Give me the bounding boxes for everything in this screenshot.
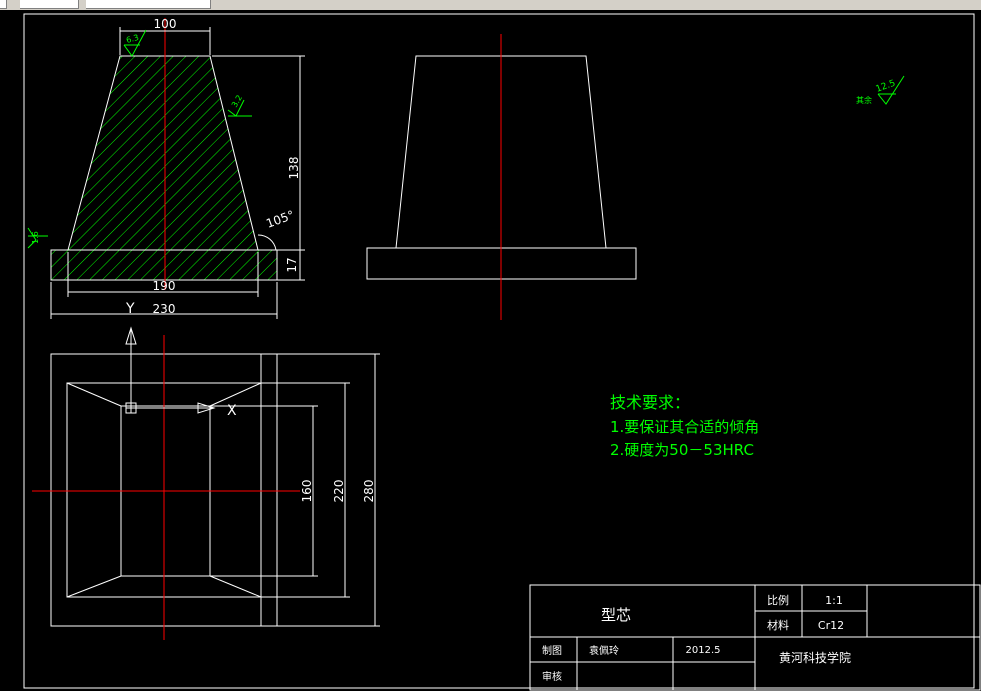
dim-height: 138: [287, 157, 301, 180]
toolbar-tab[interactable]: [86, 0, 211, 9]
title-block: [529, 584, 981, 691]
dim-plan-160: 160: [300, 480, 314, 503]
dim-top-width: 100: [154, 17, 177, 31]
dim-outer-base: 230: [153, 302, 176, 316]
material-value: Cr12: [818, 619, 844, 632]
material-label: 材料: [767, 618, 789, 632]
scale-value: 1:1: [825, 594, 843, 607]
dim-plan-220: 220: [332, 480, 346, 503]
toolbar-tab[interactable]: [20, 0, 79, 9]
drawn-label: 制图: [542, 644, 562, 657]
scale-label: 比例: [767, 593, 789, 607]
tech-notes-item2: 2.硬度为50－53HRC: [610, 441, 754, 459]
angle-dim: 105°: [264, 208, 296, 231]
roughness-top-value: 6.3: [125, 33, 140, 45]
tech-notes-item1: 1.要保证其合适的倾角: [610, 418, 759, 436]
cad-drawing-canvas[interactable]: 100 138 17 190 230 105° 6.3 3.2 1.6 12.5…: [0, 10, 981, 691]
roughness-left-value: 1.6: [31, 231, 40, 244]
front-section-view: 100 138 17 190 230 105° 6.3 3.2 1.6: [27, 17, 305, 319]
axis-x-label: X: [227, 403, 237, 419]
dim-inner-base: 190: [153, 279, 176, 293]
school-name: 黄河科技学院: [779, 650, 851, 665]
dim-plan-280: 280: [362, 480, 376, 503]
toolbar-tab[interactable]: [0, 0, 7, 9]
dim-base-height: 17: [285, 257, 299, 272]
roughness-general-label: 其余: [856, 95, 872, 105]
part-name: 型芯: [601, 606, 631, 624]
roughness-side-value: 3.2: [230, 93, 244, 109]
drawn-date: 2012.5: [686, 645, 721, 656]
axis-y-label: Y: [125, 301, 135, 317]
tech-notes-title: 技术要求：: [610, 393, 690, 412]
window-top-bar: [0, 0, 981, 10]
plan-view: [32, 326, 380, 640]
roughness-general: 12.5 其余: [856, 75, 905, 105]
side-view: [366, 34, 637, 320]
drawn-by: 袁佩玲: [589, 644, 619, 657]
checked-label: 审核: [542, 670, 562, 683]
